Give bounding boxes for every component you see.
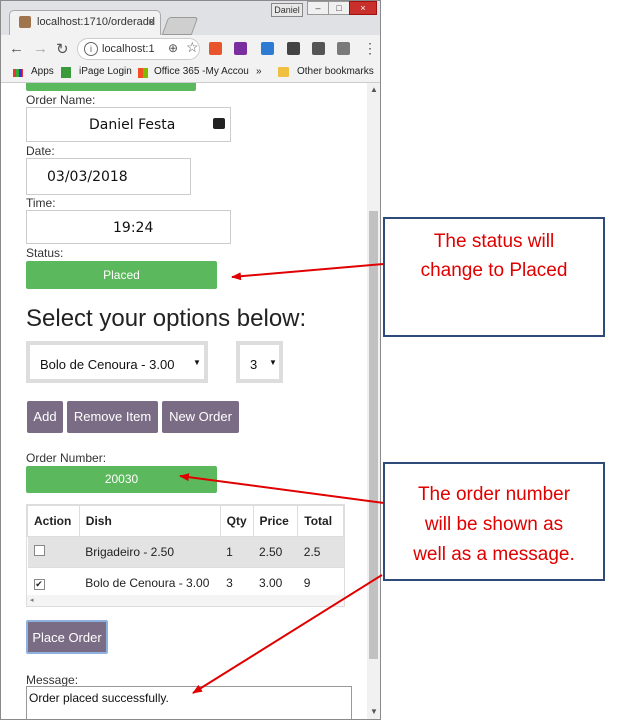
- status-arrow: [231, 263, 385, 281]
- order-number-arrow: [179, 473, 385, 504]
- message-arrow: [192, 574, 383, 694]
- annotation-arrows: [179, 263, 385, 694]
